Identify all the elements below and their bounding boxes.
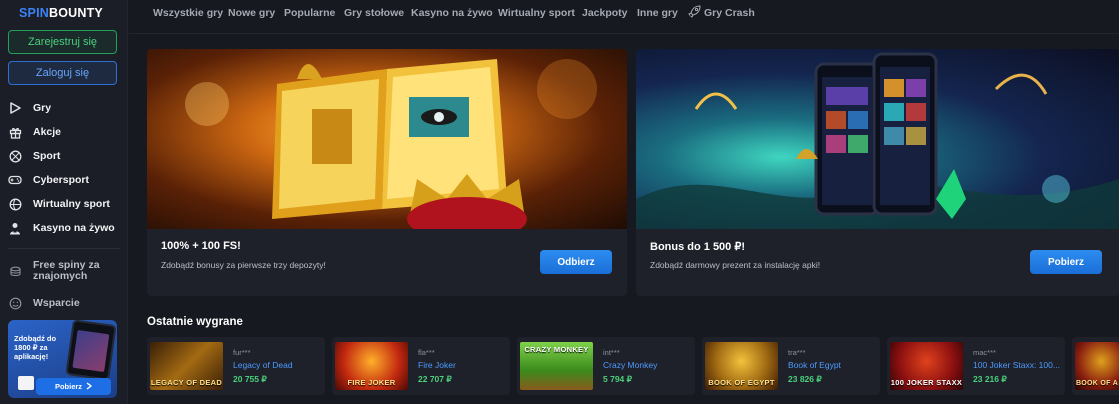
winner-username: fla*** bbox=[418, 348, 435, 357]
winner-username: fur*** bbox=[233, 348, 251, 357]
winner-username: mac*** bbox=[973, 348, 996, 357]
tab-other-games[interactable]: Inne gry bbox=[637, 7, 678, 19]
top-nav: Wszystkie gry Nowe gry Popularne Gry sto… bbox=[129, 0, 1119, 34]
sidebar-item-label: Gry bbox=[33, 102, 52, 114]
tab-new-games[interactable]: Nowe gry bbox=[228, 7, 275, 19]
recent-win-card[interactable]: CRAZY MONKEY int*** Crazy Monkey 5 794 ₽ bbox=[517, 337, 695, 395]
game-thumbnail-text: FIRE JOKER bbox=[347, 378, 396, 387]
support-icon bbox=[8, 296, 22, 310]
virtual-sport-icon bbox=[8, 197, 22, 211]
win-amount: 20 755 ₽ bbox=[233, 374, 267, 384]
promo-banner-app[interactable]: Bonus do 1 500 ₽! Zdobądź darmowy prezen… bbox=[636, 49, 1119, 296]
claim-button[interactable]: Odbierz bbox=[540, 250, 612, 274]
winner-username: int*** bbox=[603, 348, 620, 357]
sidebar-nav: Gry Akcje Sport Cybersport Wirtualny spo… bbox=[8, 96, 124, 315]
sidebar-item-label: Akcje bbox=[33, 126, 62, 138]
recent-win-card[interactable]: FIRE JOKER fla*** Fire Joker 22 707 ₽ bbox=[332, 337, 510, 395]
game-thumbnail-text: BOOK OF EGYPT bbox=[708, 378, 775, 387]
game-thumbnail-text: BOOK OF A bbox=[1075, 380, 1119, 387]
sidebar-item-label: Wirtualny sport bbox=[33, 198, 110, 210]
tab-jackpots[interactable]: Jackpoty bbox=[582, 7, 628, 19]
app-root: SPINBOUNTY Zarejestruj się Zaloguj się G… bbox=[0, 0, 1119, 404]
game-thumbnail: BOOK OF A bbox=[1075, 342, 1119, 390]
sidebar-item-support[interactable]: Wsparcie bbox=[8, 291, 124, 315]
banner-subtitle: Zdobądź bonusy za pierwsze trzy depozyty… bbox=[161, 260, 326, 270]
sidebar-item-label: Free spiny za znajomych bbox=[33, 259, 100, 282]
gift-icon bbox=[8, 125, 22, 139]
sidebar-item-label: Sport bbox=[33, 150, 61, 162]
site-logo[interactable]: SPINBOUNTY bbox=[19, 6, 103, 20]
app-promo-card[interactable]: Zdobądź do 1800 ₽ za aplikację! Pobierz bbox=[8, 320, 117, 398]
game-thumbnail: CRAZY MONKEY bbox=[520, 342, 593, 390]
play-icon bbox=[8, 101, 22, 115]
tab-popular[interactable]: Popularne bbox=[284, 7, 335, 19]
game-thumbnail: LEGACY OF DEAD bbox=[150, 342, 223, 390]
game-thumbnail: 100 JOKER STAXX bbox=[890, 342, 963, 390]
promo-banner-deposit[interactable]: 100% + 100 FS! Zdobądź bonusy za pierwsz… bbox=[147, 49, 627, 296]
app-promo-button-label: Pobierz bbox=[54, 382, 83, 391]
banner-image-golden-book bbox=[147, 49, 627, 229]
download-button[interactable]: Pobierz bbox=[1030, 250, 1102, 274]
win-amount: 5 794 ₽ bbox=[603, 374, 633, 384]
sidebar-item-live-casino[interactable]: Kasyno na żywo bbox=[8, 216, 124, 240]
chevron-right-icon bbox=[86, 381, 93, 392]
game-name-link[interactable]: Book of Egypt bbox=[788, 360, 841, 370]
recent-win-card[interactable]: 100 JOKER STAXX mac*** 100 Joker Staxx: … bbox=[887, 337, 1065, 395]
game-thumbnail-text: LEGACY OF DEAD bbox=[150, 378, 223, 387]
recent-win-card[interactable]: BOOK OF A bbox=[1072, 337, 1119, 395]
dealer-icon bbox=[8, 221, 22, 235]
sidebar-item-label: Kasyno na żywo bbox=[33, 222, 115, 234]
tab-all-games[interactable]: Wszystkie gry bbox=[153, 7, 223, 19]
sidebar-item-virtual-sport[interactable]: Wirtualny sport bbox=[8, 192, 124, 216]
tab-virtual-sport[interactable]: Wirtualny sport bbox=[498, 7, 575, 19]
sidebar: SPINBOUNTY Zarejestruj się Zaloguj się G… bbox=[0, 0, 128, 404]
sidebar-item-games[interactable]: Gry bbox=[8, 96, 124, 120]
banner-subtitle: Zdobądź darmowy prezent za instalację ap… bbox=[650, 260, 821, 270]
recent-wins-title: Ostatnie wygrane bbox=[147, 316, 243, 328]
banner-image-app-phones bbox=[636, 49, 1119, 229]
tab-live-casino[interactable]: Kasyno na żywo bbox=[411, 7, 493, 19]
gamepad-icon bbox=[8, 173, 22, 187]
tab-table-games[interactable]: Gry stołowe bbox=[344, 7, 404, 19]
win-amount: 22 707 ₽ bbox=[418, 374, 452, 384]
win-amount: 23 216 ₽ bbox=[973, 374, 1007, 384]
recent-win-card[interactable]: BOOK OF EGYPT tra*** Book of Egypt 23 82… bbox=[702, 337, 880, 395]
logo-part-bounty: BOUNTY bbox=[48, 6, 103, 20]
sidebar-item-free-spins[interactable]: Free spiny za znajomych bbox=[8, 257, 124, 285]
win-amount: 23 826 ₽ bbox=[788, 374, 822, 384]
register-button[interactable]: Zarejestruj się bbox=[8, 30, 117, 54]
game-thumbnail-text: 100 JOKER STAXX bbox=[890, 378, 963, 387]
ball-icon bbox=[8, 149, 22, 163]
winner-username: tra*** bbox=[788, 348, 806, 357]
sidebar-item-cybersport[interactable]: Cybersport bbox=[8, 168, 124, 192]
game-thumbnail: FIRE JOKER bbox=[335, 342, 408, 390]
game-name-link[interactable]: Crazy Monkey bbox=[603, 360, 657, 370]
game-name-link[interactable]: 100 Joker Staxx: 100... bbox=[973, 360, 1061, 370]
sidebar-item-label: Cybersport bbox=[33, 174, 90, 186]
sidebar-item-label: Wsparcie bbox=[33, 297, 80, 309]
rocket-icon bbox=[688, 5, 701, 21]
recent-win-card[interactable]: LEGACY OF DEAD fur*** Legacy of Dead 20 … bbox=[147, 337, 325, 395]
phone-image bbox=[65, 320, 117, 381]
coins-icon bbox=[8, 264, 22, 278]
tab-crash-games-label: Gry Crash bbox=[704, 6, 755, 19]
sidebar-item-promotions[interactable]: Akcje bbox=[8, 120, 124, 144]
sidebar-secondary: Free spiny za znajomych Wsparcie bbox=[8, 257, 124, 315]
sidebar-item-sport[interactable]: Sport bbox=[8, 144, 124, 168]
sidebar-divider bbox=[8, 248, 120, 249]
app-promo-text: Zdobądź do 1800 ₽ za aplikację! bbox=[14, 334, 57, 361]
logo-part-spin: SPIN bbox=[19, 6, 49, 20]
app-promo-download-button[interactable]: Pobierz bbox=[36, 378, 111, 395]
login-button[interactable]: Zaloguj się bbox=[8, 61, 117, 85]
game-name-link[interactable]: Fire Joker bbox=[418, 360, 456, 370]
tab-crash-games[interactable]: Gry Crash bbox=[688, 5, 755, 21]
banner-title: Bonus do 1 500 ₽! bbox=[650, 241, 746, 253]
banner-title: 100% + 100 FS! bbox=[161, 240, 241, 252]
game-thumbnail: BOOK OF EGYPT bbox=[705, 342, 778, 390]
game-name-link[interactable]: Legacy of Dead bbox=[233, 360, 293, 370]
game-thumbnail-text: CRAZY MONKEY bbox=[524, 345, 589, 354]
gift-box-image bbox=[18, 376, 34, 390]
